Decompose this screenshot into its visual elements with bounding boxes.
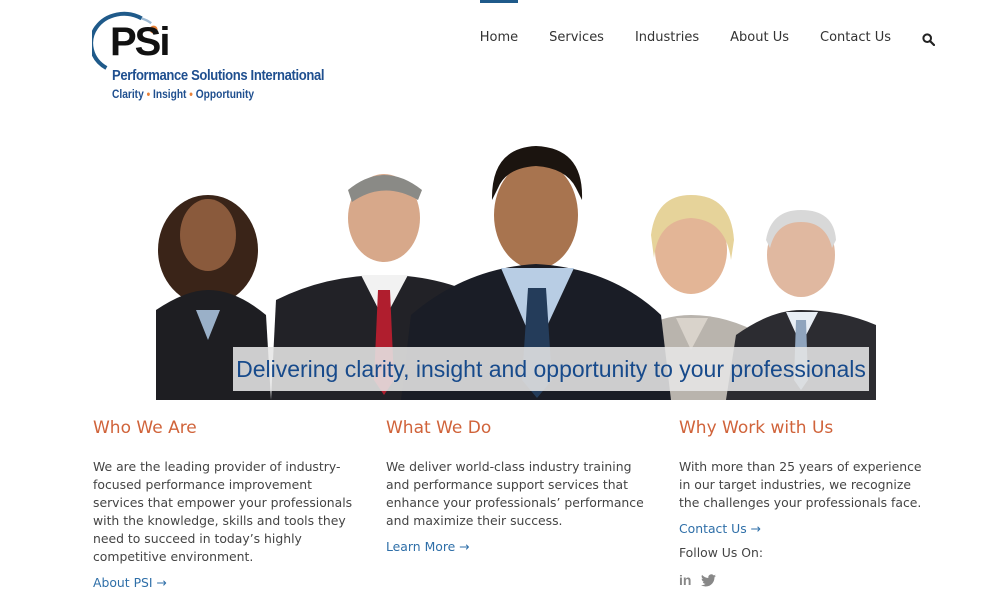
nav-item-home[interactable]: Home [479,0,519,80]
search-button[interactable] [922,0,936,80]
hero-caption: Delivering clarity, insight and opportun… [236,355,866,382]
logo-tagline: Clarity • Insight • Opportunity [112,87,254,101]
section-heading: Who We Are [93,418,197,438]
follow-us-label: Follow Us On: [679,545,764,560]
section-body: With more than 25 years of experience in… [679,459,922,510]
who-we-are-section: Who We Are We are the leading provider o… [93,418,358,599]
tagline-insight: Insight [153,87,187,101]
linkedin-icon[interactable]: in [679,572,691,588]
why-work-with-us-section: Why Work with Us With more than 25 years… [679,418,929,588]
tagline-separator: • [146,87,151,101]
tagline-opportunity: Opportunity [195,87,255,101]
twitter-icon[interactable] [701,573,717,587]
about-psi-link[interactable]: About PSI → [93,575,358,590]
nav-item-services[interactable]: Services [549,0,604,80]
hero-caption-box: Delivering clarity, insight and opportun… [233,347,869,391]
logo-company-name: Performance Solutions International [112,68,325,84]
hero-banner: Delivering clarity, insight and opportun… [156,140,876,400]
tagline-separator: • [189,87,193,101]
section-body: We are the leading provider of industry-… [93,459,353,564]
learn-more-link[interactable]: Learn More → [386,539,651,554]
logo-letters: PSi [110,20,171,64]
nav-item-industries[interactable]: Industries [635,0,699,80]
company-logo[interactable]: PSi Performance Solutions International … [92,6,332,106]
main-navigation: Home Services Industries About Us Contac… [449,0,936,80]
tagline-clarity: Clarity [112,87,144,101]
what-we-do-section: What We Do We deliver world-class indust… [386,418,651,563]
section-heading: What We Do [386,418,492,438]
section-body: We deliver world-class industry training… [386,459,644,528]
contact-us-link[interactable]: Contact Us → [679,521,929,536]
social-links: in [679,572,929,588]
search-icon [922,33,936,47]
nav-item-about-us[interactable]: About Us [730,0,789,80]
nav-item-contact-us[interactable]: Contact Us [820,0,891,80]
section-heading: Why Work with Us [679,418,834,438]
